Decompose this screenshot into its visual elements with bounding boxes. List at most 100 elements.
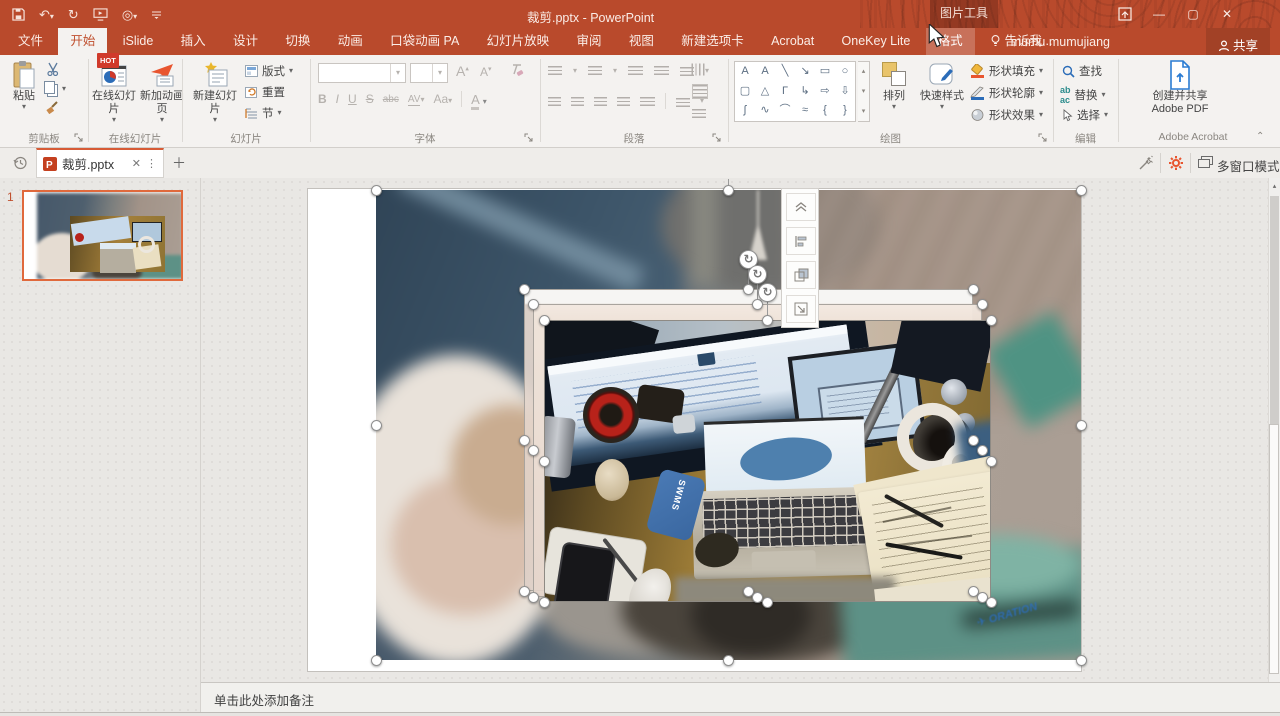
maximize-button[interactable]: ▢ <box>1176 0 1210 28</box>
section-button[interactable]: 节▾ <box>245 105 282 121</box>
vertical-scrollbar[interactable]: ▴ <box>1268 178 1280 682</box>
document-tab[interactable]: P 裁剪.pptx ✕ ⋮ <box>36 148 164 178</box>
shape-fill-button[interactable]: 形状填充▾ <box>970 63 1043 79</box>
select-button[interactable]: 选择▾ <box>1062 107 1108 123</box>
save-icon[interactable] <box>12 8 25 21</box>
paragraph-dialog-launcher[interactable] <box>712 133 722 143</box>
multi-window-mode-label[interactable]: 多窗口模式 <box>1217 156 1280 175</box>
clipboard-dialog-launcher[interactable] <box>74 133 84 143</box>
tab-animations[interactable]: 动画 <box>326 28 375 55</box>
resize-button[interactable] <box>786 295 816 323</box>
change-case-button[interactable]: Aa▾ <box>433 92 452 106</box>
shape-icon[interactable]: ⇨ <box>815 82 835 101</box>
tab-view[interactable]: 视图 <box>617 28 666 55</box>
shape-icon[interactable]: ╲ <box>775 62 795 81</box>
decrease-indent-button[interactable] <box>628 66 643 75</box>
shape-effects-button[interactable]: 形状效果▾ <box>970 107 1043 123</box>
tab-more-icon[interactable]: ⋮ <box>146 157 157 170</box>
shape-icon[interactable]: △ <box>755 82 775 101</box>
shape-icon[interactable]: } <box>835 101 855 120</box>
shape-icon[interactable]: ▢ <box>735 82 755 101</box>
cut-button[interactable] <box>46 62 60 76</box>
shape-icon[interactable]: ↘ <box>795 62 815 81</box>
redo-button[interactable]: ↻ <box>68 8 79 21</box>
shape-icon[interactable]: A <box>735 62 755 81</box>
layer-order-button[interactable] <box>786 261 816 289</box>
tab-islide[interactable]: iSlide <box>111 28 166 55</box>
bullets-button[interactable] <box>548 66 562 75</box>
merge-shapes-button[interactable]: ◎▾ <box>122 8 137 21</box>
ribbon-display-options-button[interactable] <box>1108 0 1142 28</box>
undo-button[interactable]: ↶▾ <box>39 8 54 21</box>
format-painter-button[interactable] <box>45 100 59 114</box>
align-button[interactable] <box>786 227 816 255</box>
increase-indent-button[interactable] <box>654 66 669 75</box>
tab-transitions[interactable]: 切换 <box>273 28 322 55</box>
wand-icon[interactable] <box>1138 155 1154 171</box>
align-text-button[interactable] <box>692 84 708 99</box>
copy-dropdown[interactable]: ▾ <box>62 85 66 93</box>
strikethrough-button[interactable]: S <box>366 92 374 106</box>
convert-smartart-button[interactable] <box>692 107 708 118</box>
close-button[interactable]: ✕ <box>1210 0 1244 28</box>
distribute-button[interactable] <box>640 97 655 106</box>
quick-styles-button[interactable]: 快速样式▾ <box>916 60 968 111</box>
new-animation-page-button[interactable]: 新加动画页▾ <box>140 60 184 124</box>
shape-icon[interactable]: ∿ <box>755 101 775 120</box>
shape-icon[interactable]: ↳ <box>795 82 815 101</box>
find-button[interactable]: 查找 <box>1062 63 1102 79</box>
shape-icon[interactable]: A <box>755 62 775 81</box>
grow-font-button[interactable]: A▴ <box>456 63 469 79</box>
panel-divider[interactable] <box>200 178 201 712</box>
align-center-button[interactable] <box>571 97 584 106</box>
notes-pane[interactable]: 单击此处添加备注 <box>200 682 1280 712</box>
tab-review[interactable]: 审阅 <box>565 28 614 55</box>
desk-photo[interactable]: SWMS <box>544 320 991 602</box>
tab-onekey-lite[interactable]: OneKey Lite <box>830 28 923 55</box>
numbering-button[interactable] <box>588 66 602 75</box>
font-dialog-launcher[interactable] <box>524 133 534 143</box>
reset-button[interactable]: 重置 <box>245 84 285 100</box>
customize-qat-button[interactable] <box>151 10 162 19</box>
columns-button[interactable] <box>676 96 690 107</box>
align-right-button[interactable] <box>594 97 607 106</box>
paste-button[interactable]: 粘贴▾ <box>6 60 42 111</box>
shape-icon[interactable]: ○ <box>835 62 855 81</box>
user-name[interactable]: mumu mumujiang <box>1011 35 1110 49</box>
tab-acrobat[interactable]: Acrobat <box>759 28 826 55</box>
multi-window-icon[interactable] <box>1198 156 1213 169</box>
justify-button[interactable] <box>617 97 630 106</box>
scrollbar-thumb[interactable] <box>1269 424 1279 674</box>
tab-new-tab[interactable]: 新建选项卡 <box>669 28 756 55</box>
clear-formatting-button[interactable] <box>508 63 524 77</box>
font-color-button[interactable]: A ▾ <box>471 92 487 107</box>
scroll-up-arrow[interactable]: ▴ <box>1269 180 1280 194</box>
bold-button[interactable]: B <box>318 92 327 106</box>
shape-icon[interactable]: ▭ <box>815 62 835 81</box>
tab-slideshow[interactable]: 幻灯片放映 <box>475 28 562 55</box>
layout-button[interactable]: 版式▾ <box>245 63 293 79</box>
new-slide-button[interactable]: 新建幻灯片▾ <box>190 60 240 124</box>
tab-design[interactable]: 设计 <box>221 28 270 55</box>
collapse-ribbon-button[interactable]: ⌃ <box>1256 131 1264 142</box>
slide-thumbnail[interactable] <box>22 190 183 281</box>
tab-home[interactable]: 开始 <box>58 28 107 55</box>
shape-gallery-scrollbar[interactable]: ▴▾▾ <box>858 61 870 122</box>
underline-button[interactable]: U <box>348 92 357 106</box>
copy-button[interactable] <box>44 81 55 94</box>
text-direction-button[interactable] <box>692 63 708 76</box>
font-name-combo[interactable]: ▾ <box>318 63 406 83</box>
history-icon[interactable] <box>12 155 28 171</box>
font-size-combo[interactable]: ▾ <box>410 63 448 83</box>
shrink-font-button[interactable]: A▾ <box>480 65 492 79</box>
tab-insert[interactable]: 插入 <box>169 28 218 55</box>
shape-icon[interactable]: ⌒ <box>775 101 795 120</box>
create-share-pdf-button[interactable]: 创建并共享 Adobe PDF <box>1140 60 1220 116</box>
drawing-dialog-launcher[interactable] <box>1038 133 1048 143</box>
online-slides-button[interactable]: HOT 在线幻灯片▾ <box>92 60 136 124</box>
arrange-button[interactable]: 排列▾ <box>874 60 914 111</box>
replace-button[interactable]: abac 替换▾ <box>1060 85 1106 105</box>
character-spacing-button[interactable]: AV▾ <box>408 94 425 105</box>
slide-canvas[interactable]: ✈ ORATION <box>307 188 1082 672</box>
tab-pocket-animation[interactable]: 口袋动画 PA <box>378 28 471 55</box>
